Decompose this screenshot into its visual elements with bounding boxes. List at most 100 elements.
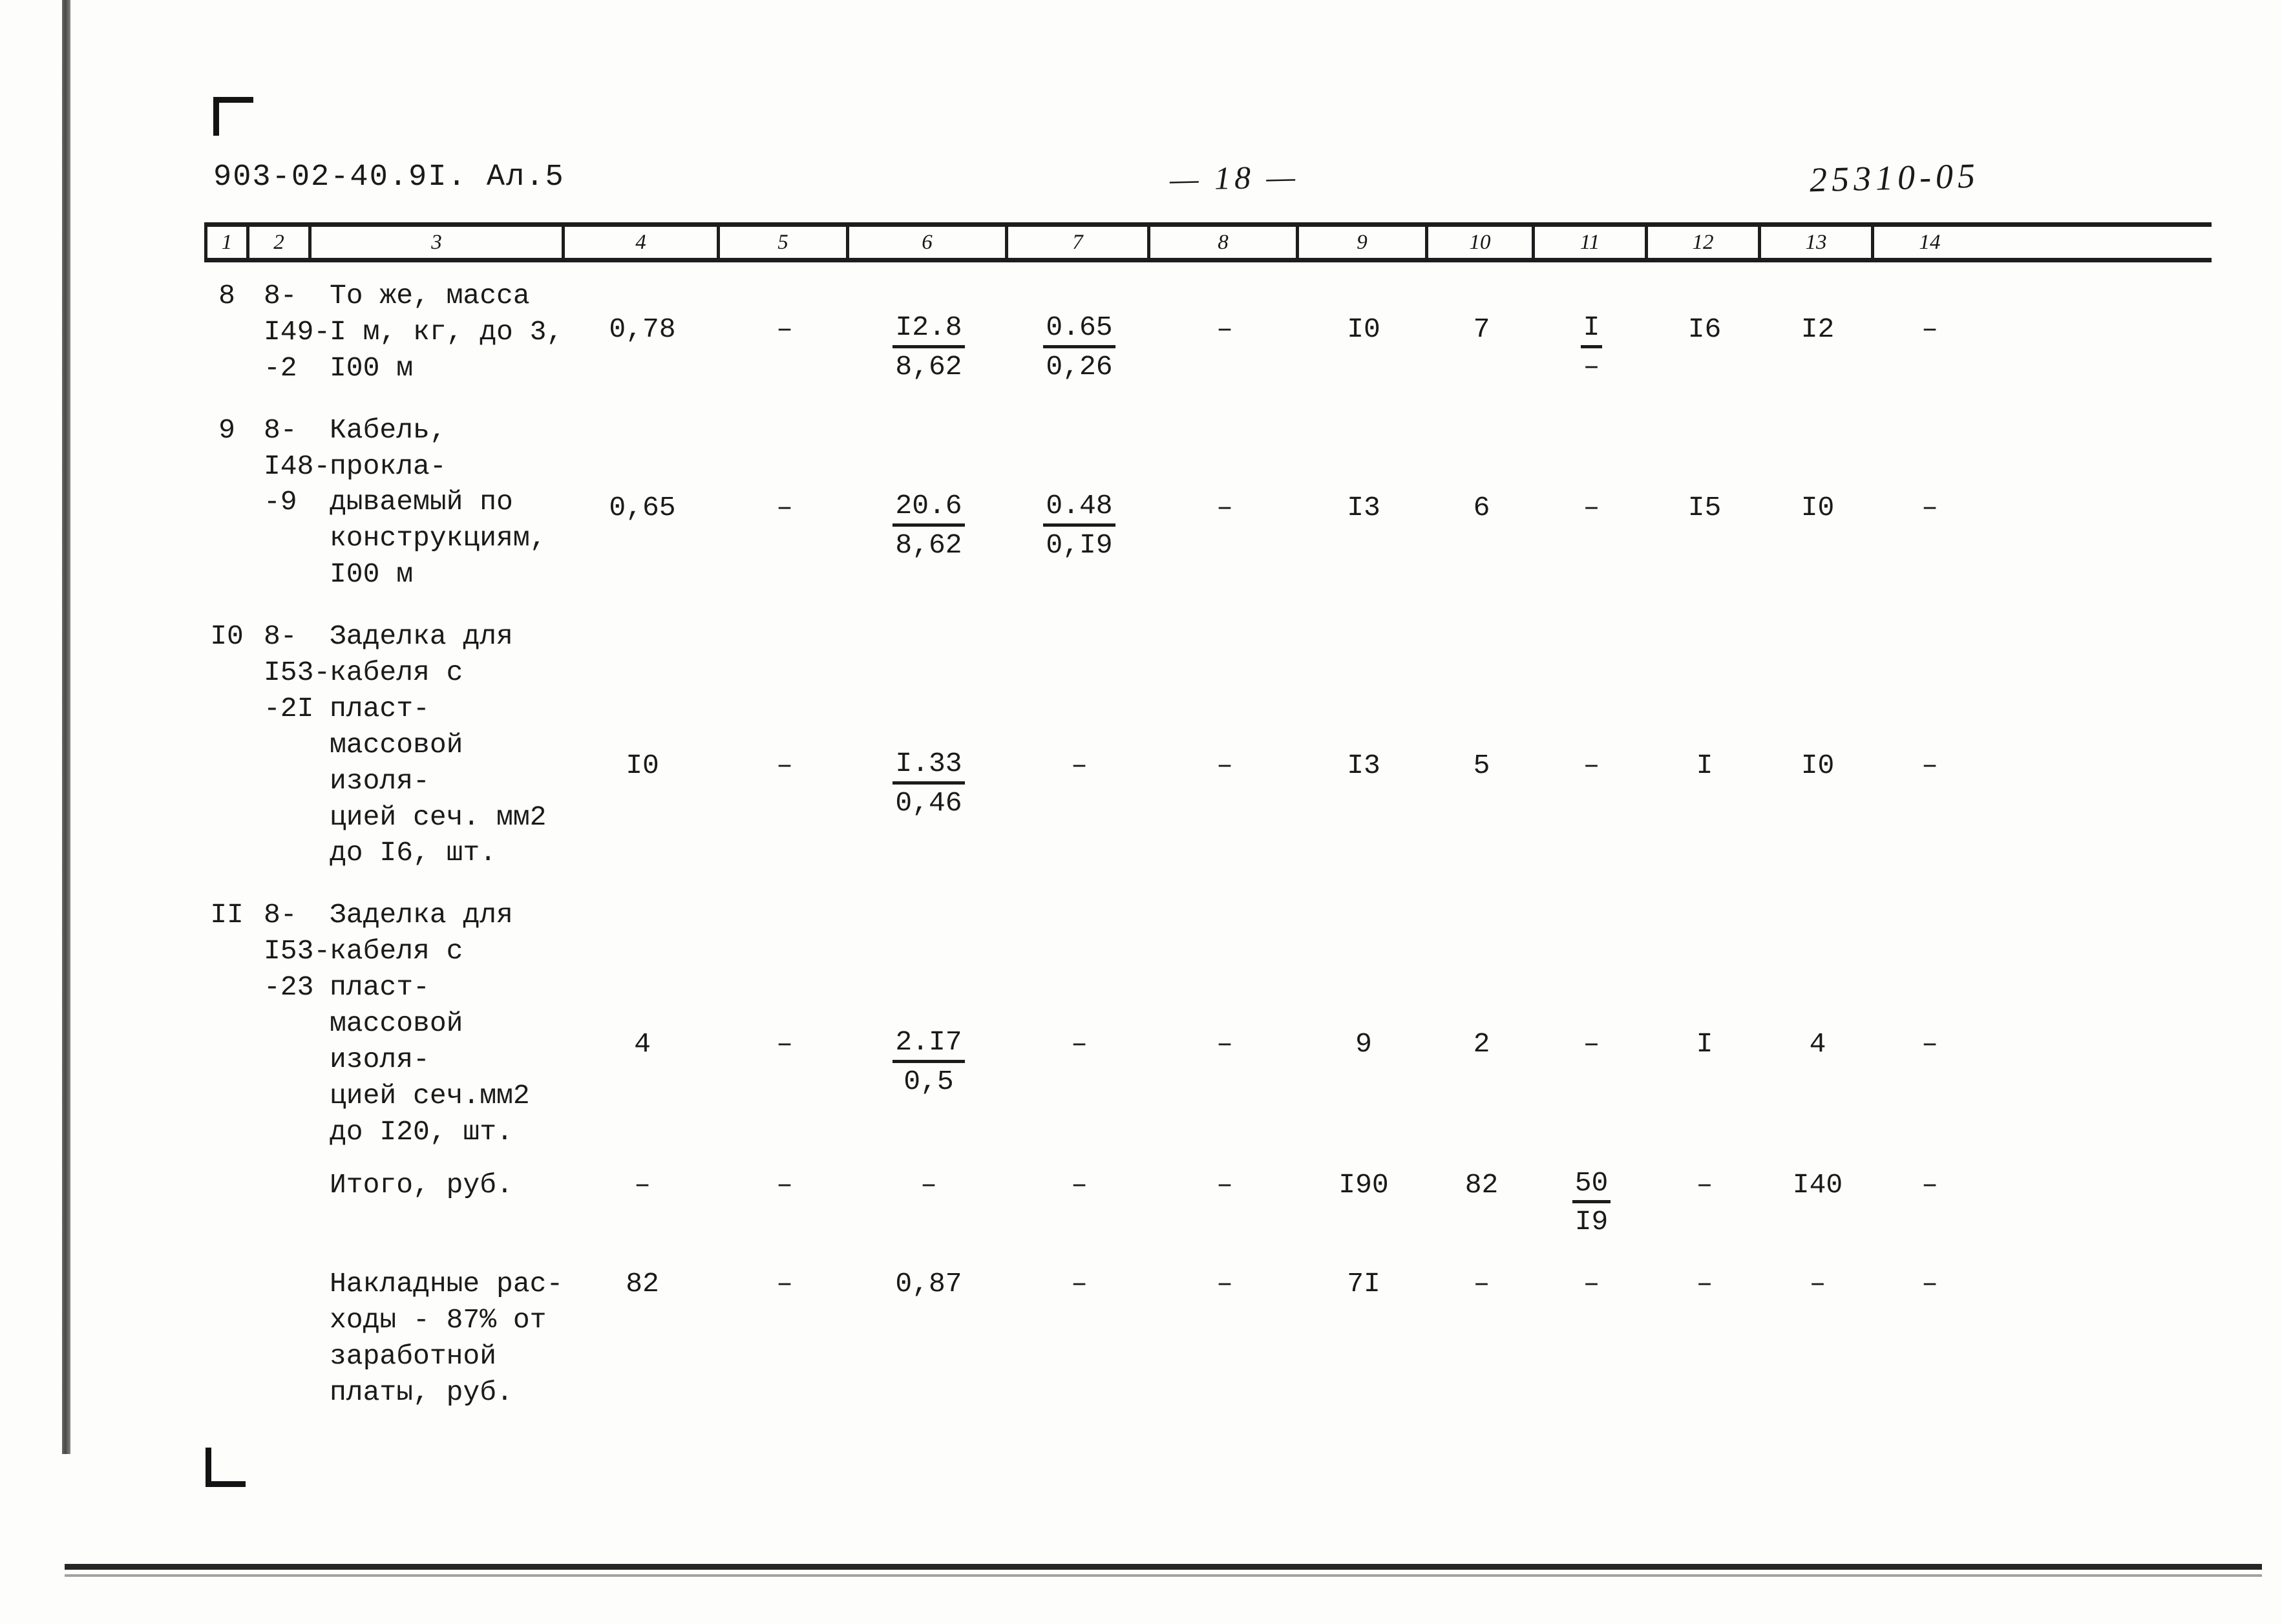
cell-value: I0: [1801, 750, 1835, 782]
empty-value-dash: –: [1921, 1268, 1938, 1300]
empty-value-dash: –: [1473, 1268, 1490, 1300]
cell-col-10: 7: [1428, 278, 1535, 348]
cell-value: I90: [1338, 1168, 1389, 1201]
cell-col-4: I0: [565, 618, 720, 784]
table-row: II 8-I53- -23 Заделка для кабеля с пласт- …: [204, 897, 2212, 1150]
cell-value: I40: [1792, 1168, 1843, 1201]
cell-col-9: I3: [1299, 412, 1428, 526]
fraction-denominator: 0,I9: [1046, 529, 1113, 561]
fraction-numerator: 0.65: [1043, 311, 1115, 348]
cell-col-7: –: [1008, 1167, 1150, 1203]
row-number: 8: [218, 280, 235, 311]
cell-value: I3: [1347, 750, 1380, 782]
cell-col-13: I0: [1761, 618, 1874, 784]
cell-value: I0: [626, 750, 659, 782]
cell-value: 4: [634, 1028, 651, 1060]
fraction-numerator: 0.48: [1043, 490, 1115, 527]
empty-value-dash: –: [1921, 1028, 1938, 1060]
cell-col-4: –: [565, 1167, 720, 1203]
fraction-value: 20.6 8,62: [893, 490, 965, 562]
fraction-denominator: 0,26: [1046, 350, 1113, 383]
cell-col-6: 20.6 8,62: [849, 412, 1008, 564]
column-header-8: 8: [1150, 227, 1299, 258]
cell-value: 6: [1473, 491, 1490, 523]
cell-col-5: –: [720, 412, 849, 526]
cell-col-10: 5: [1428, 618, 1535, 784]
norm-code: 8-I53- -2I: [264, 620, 331, 724]
table-row: I0 8-I53- -2I Заделка для кабеля с пласт- …: [204, 618, 2212, 871]
empty-value-dash: –: [1071, 750, 1088, 782]
cell-col-11: I –: [1535, 278, 1648, 385]
column-header-10: 10: [1428, 227, 1535, 258]
cell-value: 9: [1355, 1028, 1372, 1060]
cell-value: 7: [1473, 313, 1490, 345]
cell-value: 5: [1473, 750, 1490, 782]
cell-col-12: I: [1648, 618, 1761, 784]
row-gap: [204, 386, 2212, 412]
cell-value: I5: [1687, 491, 1722, 523]
fraction-denominator: 8,62: [895, 529, 962, 561]
column-header-11: 11: [1535, 227, 1648, 258]
cell-col-6: I.33 0,46: [849, 618, 1008, 821]
cell-col-8: –: [1150, 897, 1299, 1062]
cell-col-11: 50 I9: [1535, 1167, 1648, 1241]
cell-value: 2: [1473, 1028, 1490, 1060]
empty-value-dash: –: [1696, 1268, 1713, 1300]
cell-col-12: –: [1648, 1266, 1761, 1302]
fraction-numerator: I2.8: [893, 311, 965, 348]
empty-value-dash: –: [1921, 750, 1938, 782]
cell-col-12: I6: [1648, 278, 1761, 348]
cell-col-4: 4: [565, 897, 720, 1062]
empty-value-dash: –: [1583, 1028, 1600, 1060]
work-description: Заделка для кабеля с пласт- массовой изо…: [330, 899, 530, 1148]
cell-value: I6: [1687, 313, 1722, 345]
empty-value-dash: –: [1071, 1268, 1088, 1300]
scan-edge-artifact: [62, 0, 70, 1454]
fraction-value: I.33 0,46: [893, 748, 965, 819]
empty-value-dash: –: [776, 313, 793, 345]
cell-col-6: I2.8 8,62: [849, 278, 1008, 385]
cell-col-6: 0,87: [849, 1266, 1008, 1302]
cell-col-5: –: [720, 1266, 849, 1302]
cell-col-13: I40: [1761, 1167, 1874, 1203]
cell-value: 82: [626, 1268, 659, 1300]
empty-value-dash: –: [1071, 1168, 1088, 1201]
row-gap: [204, 871, 2212, 897]
empty-value-dash: –: [920, 1168, 937, 1201]
empty-value-dash: –: [1583, 1268, 1600, 1300]
column-header-12: 12: [1648, 227, 1761, 258]
cell-col-5: –: [720, 618, 849, 784]
cell-value: 82: [1464, 1168, 1499, 1201]
empty-value-dash: –: [634, 1168, 651, 1201]
cell-col-9: 9: [1299, 897, 1428, 1062]
cell-col-12: I5: [1648, 412, 1761, 526]
norm-code: 8-I48- -9: [264, 414, 331, 518]
fraction-numerator: 2.I7: [893, 1026, 965, 1064]
cell-col-10: –: [1428, 1266, 1535, 1302]
empty-value-dash: –: [1809, 1268, 1826, 1300]
empty-value-dash: –: [1216, 750, 1233, 782]
sheet-code: 25310-05: [1809, 156, 1980, 200]
column-number-band: 1 2 3 4 5 6 7 8 9 10 11 12 13 14: [204, 222, 2212, 262]
empty-value-dash: –: [1921, 1168, 1938, 1201]
column-header-3: 3: [312, 227, 565, 258]
cell-col-7: –: [1008, 897, 1150, 1062]
cell-col-14: –: [1874, 897, 1985, 1062]
cell-value: 0,78: [609, 313, 676, 345]
cell-col-11: –: [1535, 412, 1648, 526]
cell-col-9: I90: [1299, 1167, 1428, 1203]
fraction-numerator: 20.6: [893, 490, 965, 527]
fraction-denominator: I9: [1574, 1206, 1609, 1238]
cell-col-7: –: [1008, 618, 1150, 784]
cell-col-10: 6: [1428, 412, 1535, 526]
empty-value-dash: –: [1921, 313, 1938, 345]
cell-value: I0: [1347, 313, 1380, 345]
column-header-9: 9: [1299, 227, 1428, 258]
cell-col-4: 0,65: [565, 412, 720, 526]
cell-value: I3: [1347, 491, 1380, 523]
empty-value-dash: –: [776, 1168, 793, 1201]
cell-col-7: –: [1008, 1266, 1150, 1302]
document-code: 903-02-40.9I. Ал.5: [213, 160, 565, 195]
cell-value: I: [1696, 750, 1713, 782]
row-gap: [204, 593, 2212, 618]
